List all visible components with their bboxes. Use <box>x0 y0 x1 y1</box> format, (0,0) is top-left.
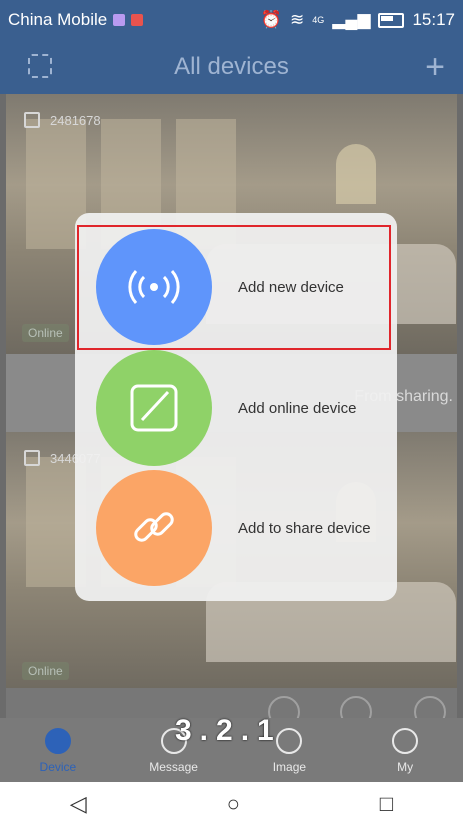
tab-device[interactable]: Device <box>0 718 116 782</box>
link-icon[interactable] <box>96 470 212 586</box>
system-nav-bar: ◁ ○ □ <box>0 782 463 825</box>
notification-icon <box>113 14 126 26</box>
online-badge: Online <box>22 324 69 342</box>
home-icon[interactable]: ○ <box>227 791 240 817</box>
edit-icon[interactable] <box>24 450 40 466</box>
signal-icon: ▂▄▆ <box>332 10 371 29</box>
notification-icon <box>131 14 144 26</box>
network-type: 4G <box>312 15 325 25</box>
edit-square-icon[interactable] <box>96 350 212 466</box>
app-bar: All devices + <box>0 40 463 94</box>
back-icon[interactable]: ◁ <box>70 791 87 817</box>
menu-item-label: Add online device <box>238 399 357 417</box>
add-button[interactable]: + <box>425 48 445 87</box>
carrier-name: China Mobile <box>8 10 108 29</box>
selection-highlight <box>77 225 391 350</box>
wifi-icon: ≋ <box>289 10 305 29</box>
alarm-icon: ⏰ <box>260 10 282 29</box>
status-bar: China Mobile ⏰ ≋ 4G ▂▄▆ 15:17 <box>0 0 463 40</box>
person-icon <box>392 728 419 754</box>
status-right: ⏰ ≋ 4G ▂▄▆ 15:17 <box>261 10 455 30</box>
edit-icon[interactable] <box>24 112 40 128</box>
battery-icon <box>378 12 405 28</box>
scan-icon[interactable] <box>28 54 52 78</box>
page-title: All devices <box>174 53 289 80</box>
device-icon <box>44 728 71 754</box>
room-lamp <box>336 144 376 204</box>
menu-item-add-online-device[interactable]: Add online device <box>75 348 397 468</box>
clock: 15:17 <box>412 10 455 29</box>
menu-item-label: Add to share device <box>238 519 371 537</box>
step-overlay-text: 3.2.1 <box>175 714 282 747</box>
online-badge: Online <box>22 662 69 680</box>
tab-label: Image <box>272 760 307 774</box>
carrier-group: China Mobile <box>8 10 261 30</box>
menu-item-add-to-share-device[interactable]: Add to share device <box>75 468 397 588</box>
tab-label: My <box>397 760 414 774</box>
tab-label: Device <box>39 760 77 774</box>
device-id: 2481678 <box>50 112 101 128</box>
device-header: 2481678 <box>24 112 101 128</box>
tab-my[interactable]: My <box>347 718 463 782</box>
recent-apps-icon[interactable]: □ <box>380 791 393 817</box>
tab-label: Message <box>149 760 198 774</box>
